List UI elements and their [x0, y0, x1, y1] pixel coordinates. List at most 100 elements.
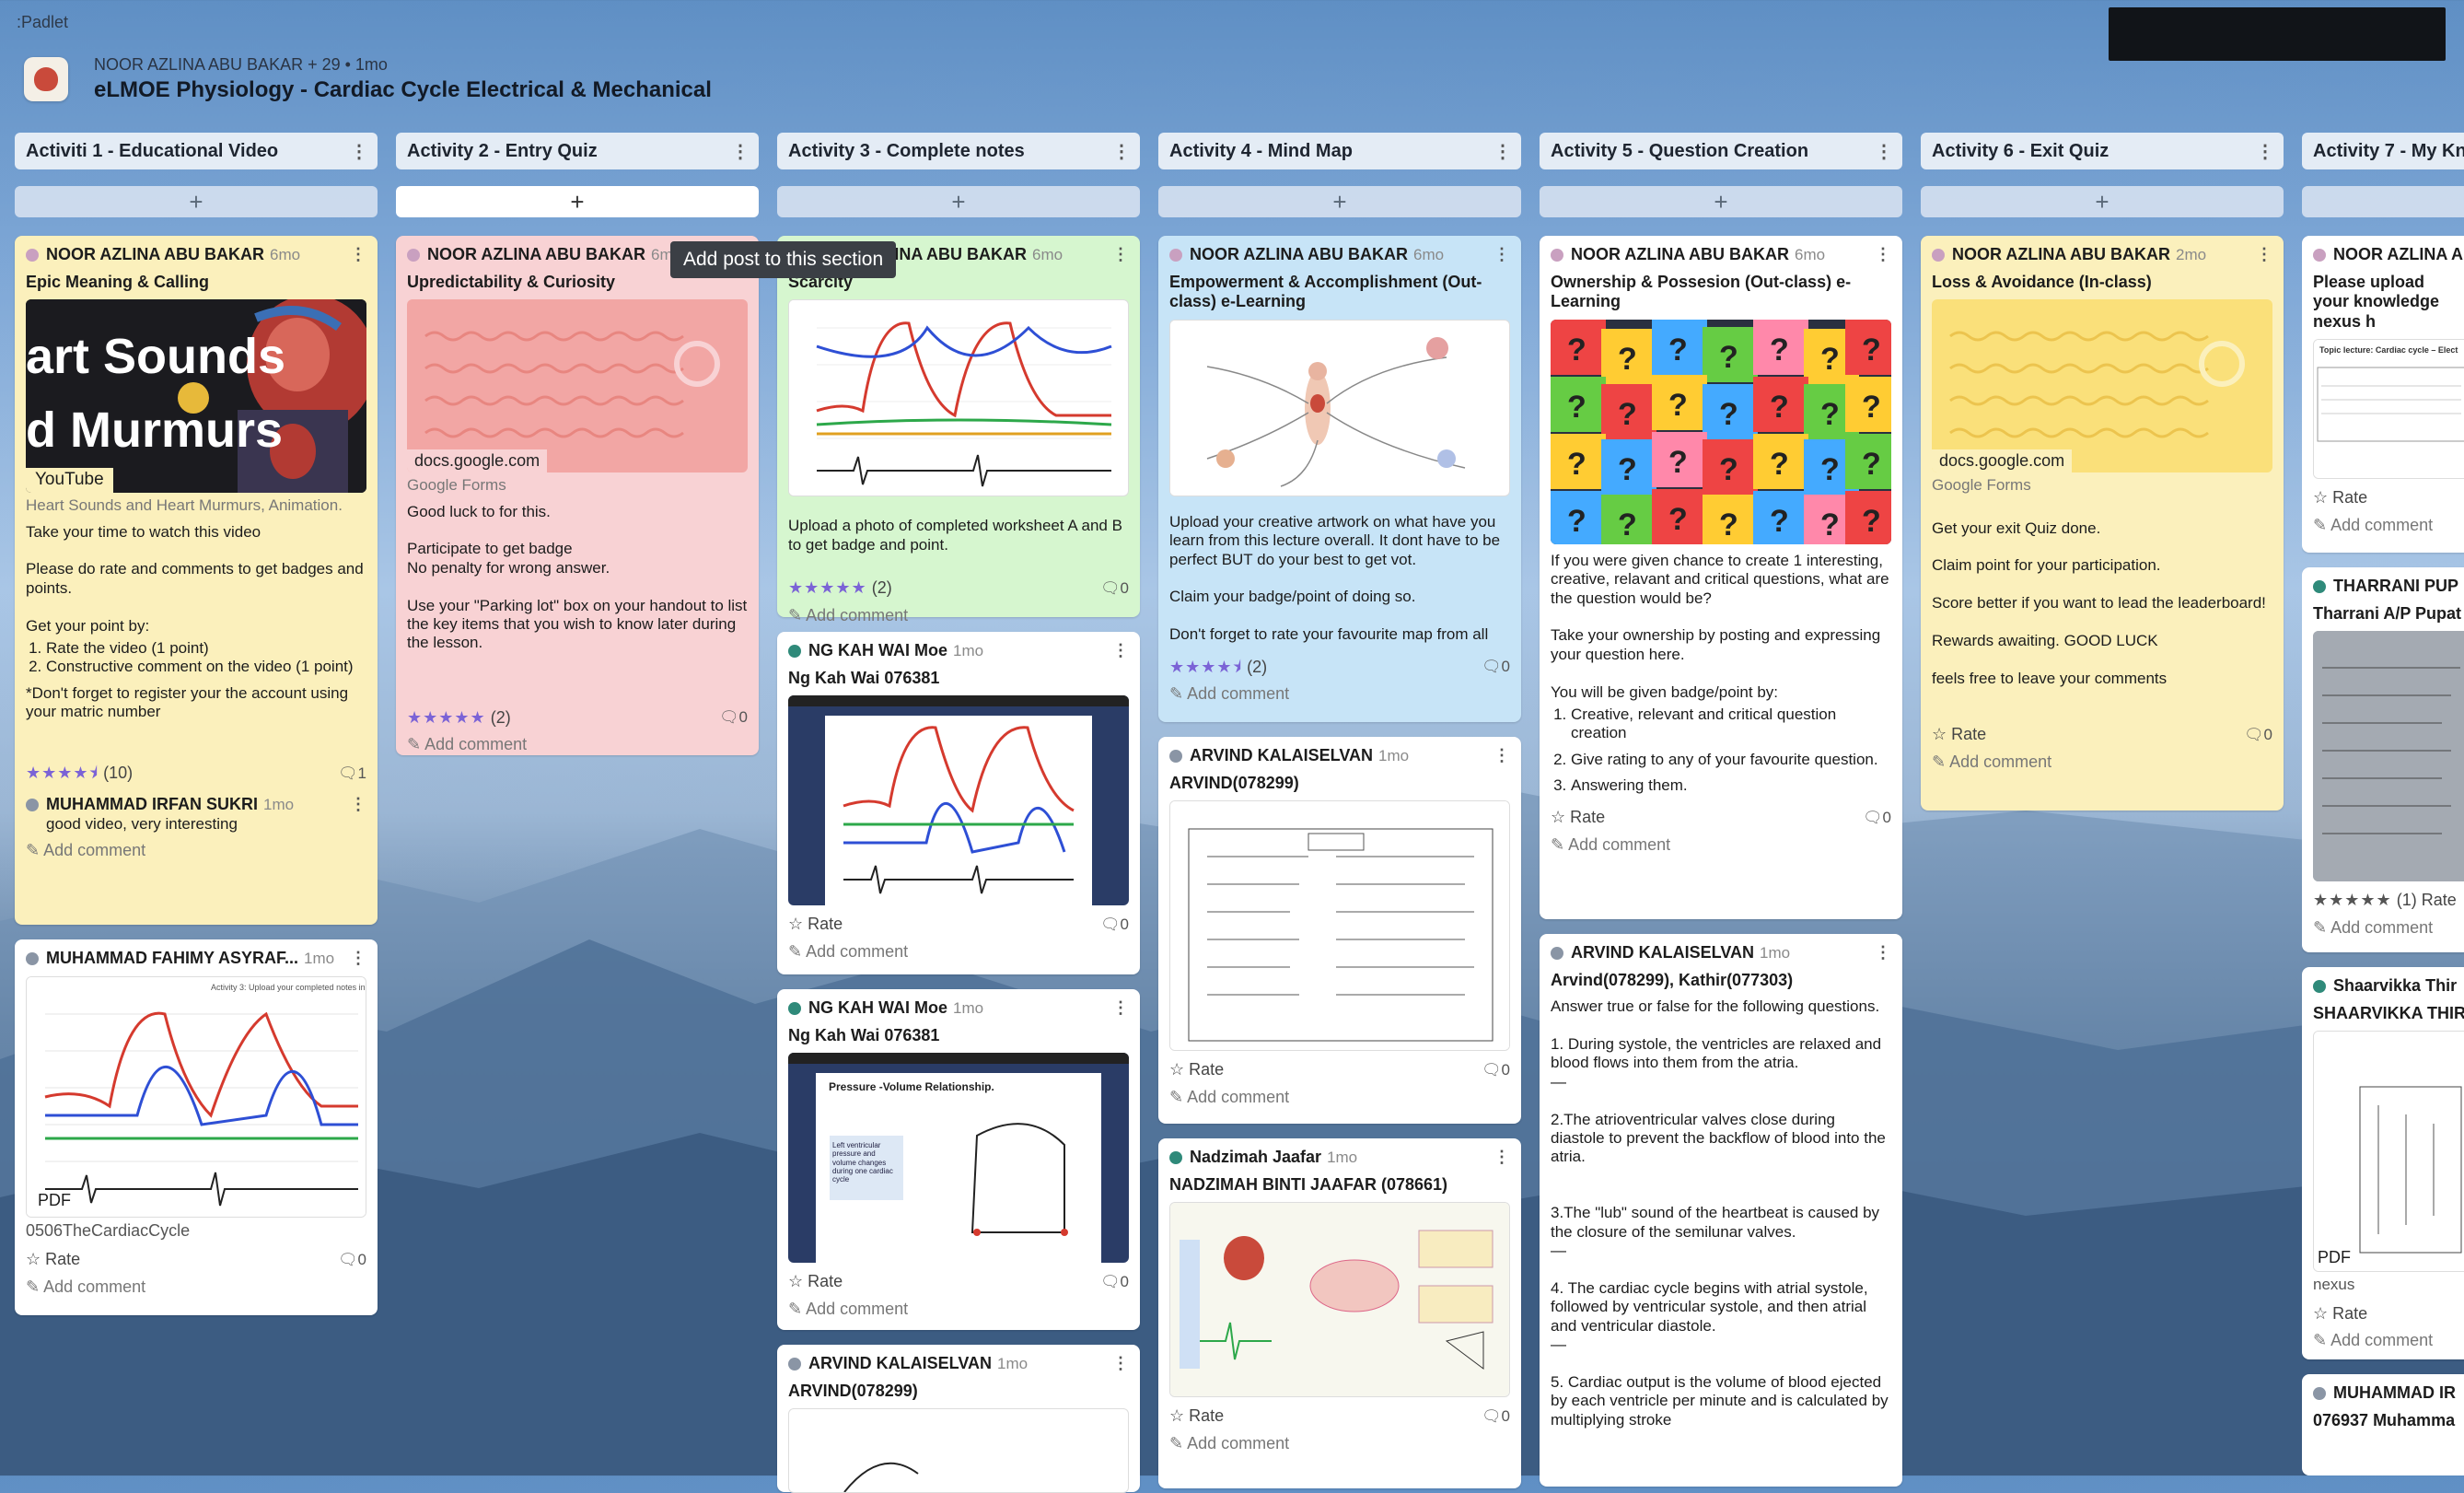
pdf-thumbnail[interactable]: Activity 3: Upload your completed notes …: [26, 975, 366, 1218]
post-card[interactable]: ARVIND KALAISELVAN 1mo ⋮ ARVIND(078299): [777, 1345, 1140, 1493]
image-thumbnail[interactable]: Topic lecture: Cardiac cycle – Elect: [2313, 339, 2464, 480]
add-comment-button[interactable]: ✎ Add comment: [788, 606, 1129, 626]
add-comment-button[interactable]: ✎ Add comment: [2313, 516, 2464, 536]
add-comment-button[interactable]: ✎ Add comment: [1932, 752, 2272, 773]
section-header[interactable]: Activity 2 - Entry Quiz ⋮: [396, 133, 759, 169]
post-card[interactable]: THARRANI PUP Tharrani A/P Pupat ★★★★★ (1…: [2302, 567, 2464, 952]
comment-count[interactable]: 🗨0: [1482, 658, 1510, 676]
more-icon[interactable]: ⋮: [1112, 641, 1129, 661]
post-card[interactable]: MUHAMMAD IR 076937 Muhamma: [2302, 1374, 2464, 1476]
add-comment-button[interactable]: ✎ Add comment: [26, 1277, 366, 1298]
comment-count[interactable]: 🗨0: [338, 1251, 366, 1269]
image-thumbnail[interactable]: [788, 695, 1129, 906]
rating-stars[interactable]: ★★★★⯨: [26, 764, 99, 782]
image-thumbnail[interactable]: Pressure -Volume Relationship. Left vent…: [788, 1053, 1129, 1264]
post-card[interactable]: Nadzimah Jaafar 1mo ⋮ NADZIMAH BINTI JAAFA…: [1158, 1138, 1521, 1488]
link-preview[interactable]: docs.google.com: [407, 299, 748, 473]
padlet-logo[interactable]: :Padlet: [17, 13, 68, 32]
image-thumbnail[interactable]: [1169, 1202, 1510, 1398]
rate-button[interactable]: ☆ Rate: [1932, 725, 1986, 745]
section-header[interactable]: Activity 6 - Exit Quiz ⋮: [1921, 133, 2284, 169]
rate-button[interactable]: ☆ Rate: [1169, 1060, 1224, 1080]
more-icon[interactable]: ⋮: [350, 795, 366, 815]
rate-button[interactable]: ☆ Rate: [1169, 1406, 1224, 1427]
add-comment-button[interactable]: ✎ Add comment: [1169, 1434, 1510, 1454]
rate-button[interactable]: ☆ Rate: [788, 915, 843, 935]
rating-stars[interactable]: ★★★★⯨: [1169, 658, 1242, 676]
post-card[interactable]: NG KAH WAI Moe 1mo ⋮ Ng Kah Wai 076381 ☆ R…: [777, 632, 1140, 974]
rating-stars[interactable]: ★★★★★: [788, 578, 867, 597]
more-icon[interactable]: ⋮: [1494, 1148, 1510, 1168]
post-card[interactable]: NOOR AZLINA ABU BAKAR 6mo ⋮ Empowerment & …: [1158, 236, 1521, 722]
image-thumbnail[interactable]: [2313, 631, 2464, 882]
more-icon[interactable]: ⋮: [350, 140, 368, 163]
image-thumbnail[interactable]: [788, 1408, 1129, 1493]
rate-button[interactable]: ☆ Rate: [788, 1272, 843, 1292]
post-card[interactable]: NOOR AZLINA ABU BAKAR6mo⋮ Upredictabilit…: [396, 236, 759, 755]
add-comment-button[interactable]: ✎ Add comment: [2313, 1331, 2464, 1351]
more-icon[interactable]: ⋮: [1112, 998, 1129, 1019]
add-post-button[interactable]: +: [1158, 186, 1521, 217]
add-comment-button[interactable]: ✎ Add comment: [1169, 684, 1510, 705]
board-avatar[interactable]: [24, 57, 68, 101]
comment-count[interactable]: 🗨0: [1863, 809, 1891, 827]
add-post-button[interactable]: +: [2302, 186, 2464, 217]
more-icon[interactable]: ⋮: [1112, 1354, 1129, 1374]
add-post-button[interactable]: +: [15, 186, 378, 217]
add-comment-button[interactable]: ✎ Add comment: [1169, 1088, 1510, 1108]
add-post-button[interactable]: +: [1540, 186, 1902, 217]
rate-button[interactable]: ☆ Rate: [26, 1250, 80, 1270]
add-comment-button[interactable]: ✎ Add comment: [788, 1300, 1129, 1320]
post-card[interactable]: Shaarvikka Thir SHAARVIKKA THIR PDF nexu…: [2302, 967, 2464, 1359]
more-icon[interactable]: ⋮: [731, 140, 750, 163]
add-comment-button[interactable]: ✎ Add comment: [407, 735, 748, 755]
post-card[interactable]: NOOR AZLINA ABU BAKAR 2mo ⋮ Loss & Avoidan…: [1921, 236, 2284, 811]
more-icon[interactable]: ⋮: [1875, 943, 1891, 963]
add-post-button[interactable]: +: [777, 186, 1140, 217]
comment-count[interactable]: 🗨1: [338, 764, 366, 783]
rating-stars[interactable]: ★★★★★: [407, 708, 486, 727]
more-icon[interactable]: ⋮: [1494, 746, 1510, 766]
add-comment-button[interactable]: ✎ Add comment: [26, 841, 366, 861]
more-icon[interactable]: ⋮: [2256, 245, 2272, 265]
comment-count[interactable]: 🗨0: [719, 708, 748, 727]
pdf-thumbnail[interactable]: PDF: [2313, 1031, 2464, 1273]
add-comment-button[interactable]: ✎ Add comment: [788, 942, 1129, 962]
section-header[interactable]: Activity 3 - Complete notes ⋮: [777, 133, 1140, 169]
comment-count[interactable]: 🗨0: [1100, 579, 1129, 598]
comment-count[interactable]: 🗨0: [1100, 1273, 1129, 1291]
post-card[interactable]: MUHAMMAD FAHIMY ASYRAF... 1mo ⋮ Activity 3…: [15, 939, 378, 1315]
post-card[interactable]: NOOR AZLINA ABU BAKAR 6mo ⋮ Epic Meaning &…: [15, 236, 378, 925]
more-icon[interactable]: ⋮: [1112, 140, 1131, 163]
more-icon[interactable]: ⋮: [1494, 140, 1512, 163]
more-icon[interactable]: ⋮: [2256, 140, 2274, 163]
rate-button[interactable]: ☆ Rate: [2313, 1304, 2367, 1324]
rate-button[interactable]: ☆ Rate: [2313, 488, 2367, 508]
add-comment-button[interactable]: ✎ Add comment: [2313, 918, 2464, 939]
image-thumbnail[interactable]: [788, 299, 1129, 497]
image-thumbnail[interactable]: ? ? ? ? ? ? ? ? ? ? ? ? ? ? ? ? ? ? ? ? …: [1551, 319, 1891, 544]
more-icon[interactable]: ⋮: [350, 245, 366, 265]
post-card[interactable]: NOOR AZLINA ABU BAKAR 6mo ⋮ Scarcity Uploa…: [777, 236, 1140, 624]
section-header[interactable]: Activity 5 - Question Creation ⋮: [1540, 133, 1902, 169]
rating-stars[interactable]: ★★★★★: [2313, 891, 2392, 911]
post-card[interactable]: ARVIND KALAISELVAN 1mo ⋮ Arvind(078299), K…: [1540, 934, 1902, 1487]
more-icon[interactable]: ⋮: [1112, 245, 1129, 265]
post-card[interactable]: NOOR AZLINA A Please upload your knowled…: [2302, 236, 2464, 553]
play-icon[interactable]: [178, 382, 209, 414]
post-card[interactable]: NOOR AZLINA ABU BAKAR 6mo ⋮ Ownership & Po…: [1540, 236, 1902, 919]
search-box[interactable]: [2109, 7, 2446, 61]
comment-count[interactable]: 🗨0: [1100, 916, 1129, 934]
more-icon[interactable]: ⋮: [1494, 245, 1510, 265]
comment-count[interactable]: 🗨0: [1482, 1407, 1510, 1426]
post-card[interactable]: NG KAH WAI Moe 1mo ⋮ Ng Kah Wai 076381 Pre…: [777, 989, 1140, 1330]
more-icon[interactable]: ⋮: [1875, 245, 1891, 265]
image-thumbnail[interactable]: [1169, 800, 1510, 1052]
section-header[interactable]: Activity 7 - My Kn: [2302, 133, 2464, 169]
more-icon[interactable]: ⋮: [1875, 140, 1893, 163]
section-header[interactable]: Activity 4 - Mind Map ⋮: [1158, 133, 1521, 169]
link-preview[interactable]: docs.google.com: [1932, 299, 2272, 473]
add-post-button[interactable]: +: [1921, 186, 2284, 217]
add-post-button[interactable]: +: [396, 186, 759, 217]
post-card[interactable]: ARVIND KALAISELVAN 1mo ⋮ ARVIND(078299) ☆ …: [1158, 737, 1521, 1124]
